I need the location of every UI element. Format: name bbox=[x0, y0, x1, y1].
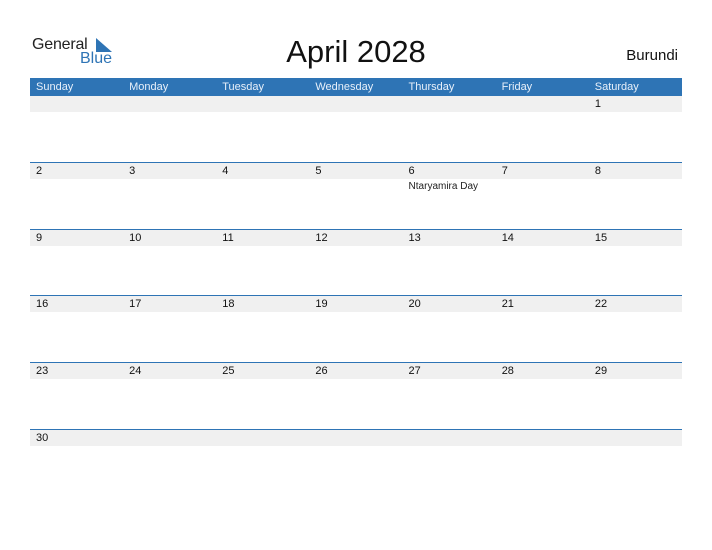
week-row: 1 bbox=[30, 96, 682, 163]
day-number: 12 bbox=[315, 232, 328, 244]
day-number: 26 bbox=[315, 365, 328, 377]
day-cell[interactable]: 4 bbox=[216, 163, 309, 230]
weekday-saturday: Saturday bbox=[594, 81, 639, 93]
day-cell[interactable]: 2 bbox=[30, 163, 123, 230]
day-cell[interactable]: 11 bbox=[216, 230, 309, 297]
day-cell[interactable]: 10 bbox=[123, 230, 216, 297]
day-number: 25 bbox=[222, 365, 235, 377]
day-number: 10 bbox=[129, 232, 142, 244]
day-number: 29 bbox=[594, 365, 608, 377]
week-row: 16 17 18 19 20 21 22 bbox=[30, 295, 682, 363]
day-cell bbox=[589, 430, 682, 497]
weekday-header: Sunday Monday Tuesday Wednesday Thursday Frid… bbox=[30, 78, 682, 96]
day-cell bbox=[216, 430, 309, 497]
day-cell[interactable]: 16 bbox=[30, 296, 123, 363]
day-number: 28 bbox=[501, 365, 514, 377]
day-cell[interactable]: 27 bbox=[403, 363, 496, 430]
day-number: 30 bbox=[36, 432, 49, 444]
country-label: Burundi bbox=[626, 47, 678, 64]
day-cell bbox=[123, 430, 216, 497]
day-cell bbox=[496, 96, 589, 163]
day-cell[interactable]: 22 bbox=[589, 296, 682, 363]
day-number: 23 bbox=[36, 365, 49, 377]
day-cell bbox=[403, 430, 496, 497]
day-cell bbox=[216, 96, 309, 163]
day-cell bbox=[309, 430, 402, 497]
day-number: 14 bbox=[501, 232, 514, 244]
day-number: 1 bbox=[594, 98, 601, 110]
day-cell[interactable]: 26 bbox=[309, 363, 402, 430]
day-cell bbox=[496, 430, 589, 497]
day-cell[interactable]: 5 bbox=[309, 163, 402, 230]
week-row: 30 bbox=[30, 429, 682, 497]
day-number: 8 bbox=[594, 165, 601, 177]
week-row: 2 3 4 5 6 Ntaryamira Day 7 8 bbox=[30, 162, 682, 230]
day-cell[interactable]: 18 bbox=[216, 296, 309, 363]
day-number: 17 bbox=[129, 298, 142, 310]
day-cell bbox=[309, 96, 402, 163]
weekday-tuesday: Tuesday bbox=[222, 81, 265, 93]
day-cell[interactable]: 30 bbox=[30, 430, 123, 497]
day-cell[interactable]: 3 bbox=[123, 163, 216, 230]
day-cell bbox=[403, 96, 496, 163]
day-number: 27 bbox=[408, 365, 421, 377]
weekday-friday: Friday bbox=[501, 81, 533, 93]
day-cell[interactable]: 1 bbox=[589, 96, 682, 163]
day-number: 9 bbox=[36, 232, 43, 244]
day-cell[interactable]: 25 bbox=[216, 363, 309, 430]
day-cell[interactable]: 21 bbox=[496, 296, 589, 363]
day-number: 5 bbox=[315, 165, 322, 177]
day-number: 24 bbox=[129, 365, 142, 377]
weekday-monday: Monday bbox=[129, 81, 169, 93]
day-number: 11 bbox=[222, 232, 234, 244]
day-number: 20 bbox=[408, 298, 421, 310]
day-cell[interactable]: 6 Ntaryamira Day bbox=[403, 163, 496, 230]
day-number: 22 bbox=[594, 298, 608, 310]
week-row: 23 24 25 26 27 28 29 bbox=[30, 362, 682, 430]
day-cell[interactable]: 24 bbox=[123, 363, 216, 430]
day-cell bbox=[30, 96, 123, 163]
day-number: 15 bbox=[594, 232, 608, 244]
holiday-label: Ntaryamira Day bbox=[408, 181, 479, 192]
day-number: 21 bbox=[501, 298, 514, 310]
day-cell[interactable]: 7 bbox=[496, 163, 589, 230]
day-number: 18 bbox=[222, 298, 235, 310]
day-number: 7 bbox=[501, 165, 508, 177]
day-number: 6 bbox=[408, 165, 415, 177]
day-number: 13 bbox=[408, 232, 421, 244]
day-cell[interactable]: 15 bbox=[589, 230, 682, 297]
day-number: 3 bbox=[129, 165, 136, 177]
day-number: 19 bbox=[315, 298, 328, 310]
calendar-title: April 2028 bbox=[286, 34, 426, 69]
day-cell[interactable]: 28 bbox=[496, 363, 589, 430]
day-cell[interactable]: 13 bbox=[403, 230, 496, 297]
day-cell[interactable]: 9 bbox=[30, 230, 123, 297]
day-number: 4 bbox=[222, 165, 229, 177]
weekday-wednesday: Wednesday bbox=[315, 81, 374, 93]
day-cell[interactable]: 29 bbox=[589, 363, 682, 430]
day-number: 2 bbox=[36, 165, 43, 177]
day-cell bbox=[123, 96, 216, 163]
week-row: 9 10 11 12 13 14 15 bbox=[30, 229, 682, 297]
day-cell[interactable]: 17 bbox=[123, 296, 216, 363]
day-cell[interactable]: 19 bbox=[309, 296, 402, 363]
day-number: 16 bbox=[36, 298, 49, 310]
day-cell[interactable]: 12 bbox=[309, 230, 402, 297]
day-cell[interactable]: 8 bbox=[589, 163, 682, 230]
day-cell[interactable]: 20 bbox=[403, 296, 496, 363]
day-cell[interactable]: 23 bbox=[30, 363, 123, 430]
day-cell[interactable]: 14 bbox=[496, 230, 589, 297]
weekday-sunday: Sunday bbox=[36, 81, 74, 93]
weekday-thursday: Thursday bbox=[408, 81, 455, 93]
